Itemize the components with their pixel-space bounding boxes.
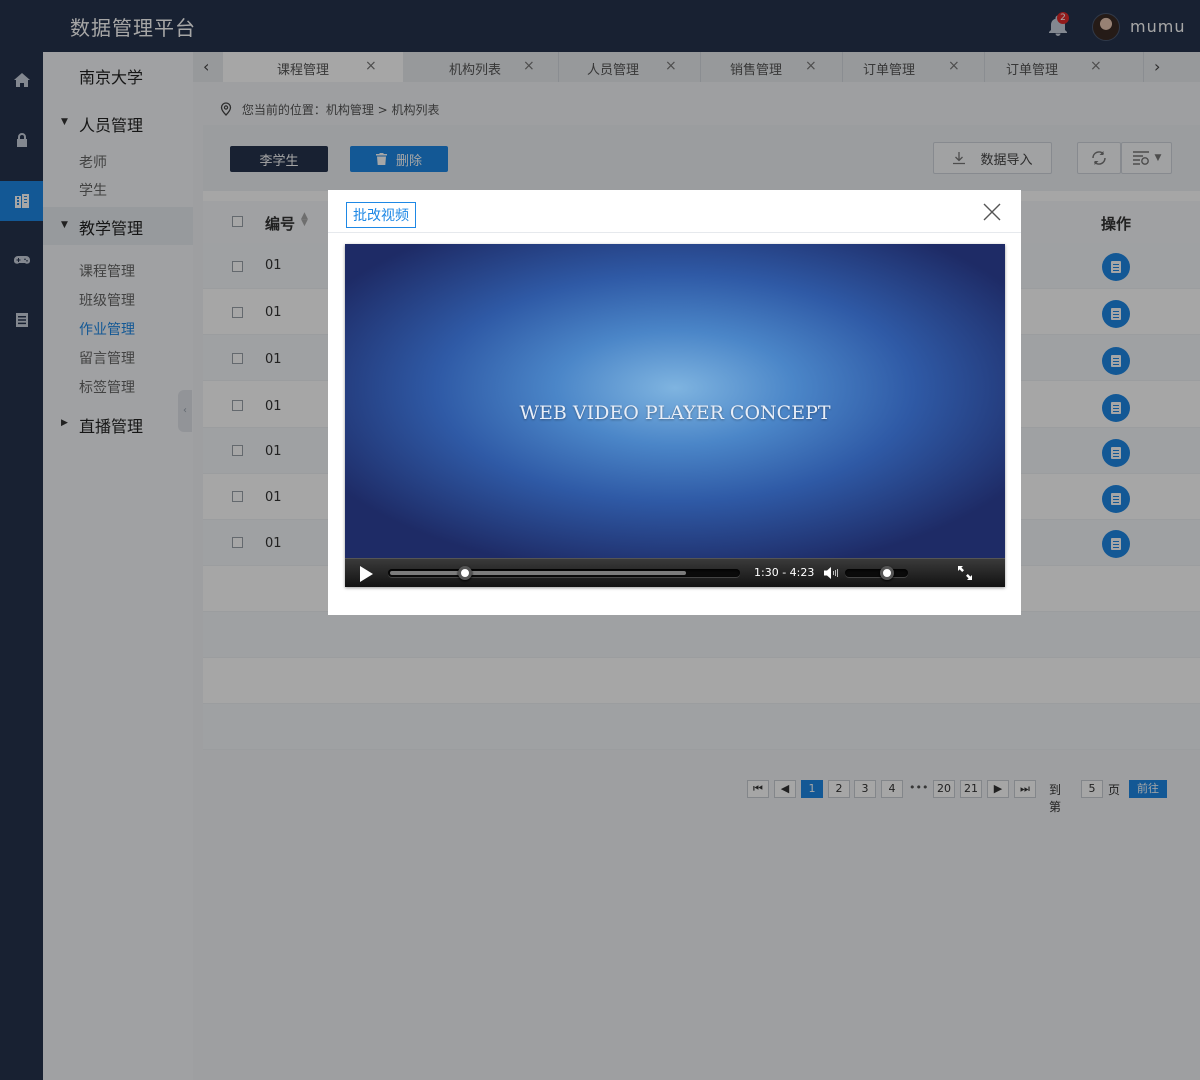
play-icon[interactable] (360, 566, 373, 582)
video-caption: WEB VIDEO PLAYER CONCEPT (519, 402, 831, 424)
video-review-dialog: 批改视频 WEB VIDEO PLAYER CONCEPT 1:30 - 4:2… (328, 190, 1021, 615)
seek-bar[interactable] (388, 569, 740, 577)
dialog-divider (328, 232, 1021, 233)
dialog-title: 批改视频 (346, 202, 416, 228)
volume-handle[interactable] (880, 566, 894, 580)
player-controls: 1:30 - 4:23 (345, 558, 1005, 587)
fullscreen-icon[interactable] (958, 566, 972, 580)
close-icon[interactable] (982, 202, 1002, 222)
volume-icon[interactable] (823, 566, 841, 580)
video-player[interactable]: WEB VIDEO PLAYER CONCEPT 1:30 - 4:23 (345, 244, 1005, 587)
seek-handle[interactable] (458, 566, 472, 580)
volume-slider[interactable] (845, 569, 908, 577)
buffer-bar (390, 571, 686, 575)
time-display: 1:30 - 4:23 (754, 566, 815, 579)
